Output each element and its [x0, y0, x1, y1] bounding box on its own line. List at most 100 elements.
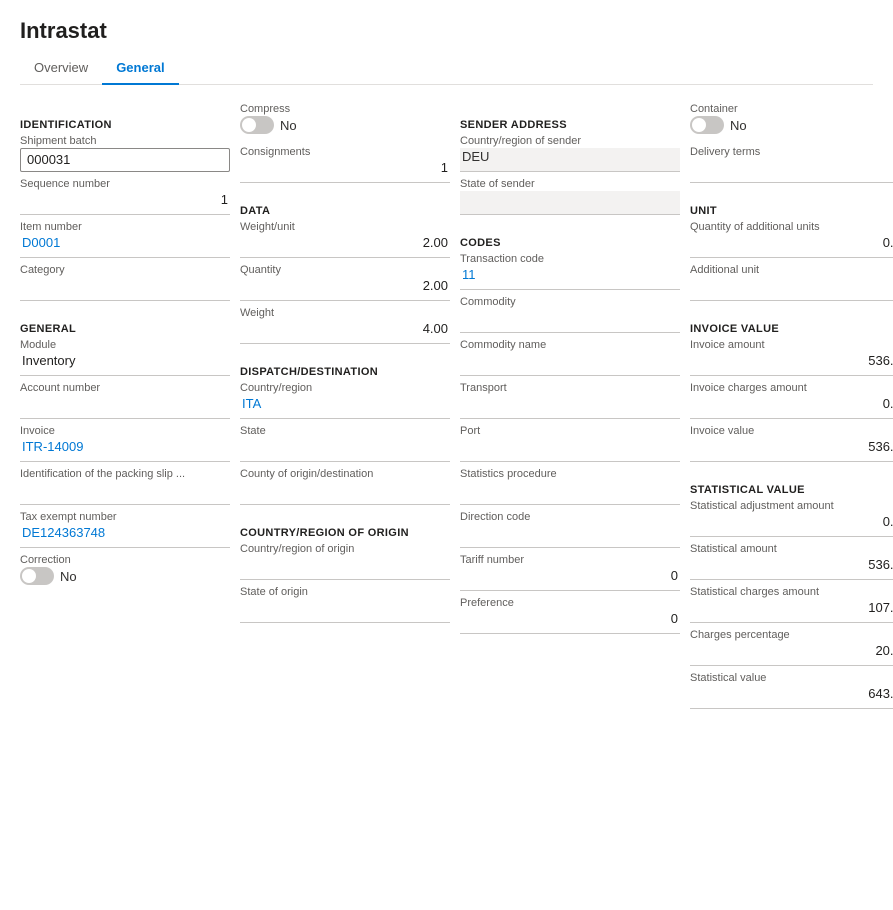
additional-unit-label: Additional unit — [690, 264, 893, 276]
state-of-origin-label: State of origin — [240, 586, 450, 598]
statistical-value-field: Statistical value 643.42 — [690, 672, 893, 709]
invoice-amount-field: Invoice amount 536.18 — [690, 339, 893, 376]
statistical-amount-label: Statistical amount — [690, 543, 893, 555]
statistical-charges-value[interactable]: 107.24 — [690, 599, 893, 623]
shipment-batch-value[interactable]: 000031 — [20, 148, 230, 172]
statistics-procedure-value[interactable] — [460, 481, 680, 505]
consignments-value[interactable]: 1 — [240, 159, 450, 183]
compress-toggle-label: No — [280, 118, 297, 133]
packing-slip-label: Identification of the packing slip ... — [20, 468, 230, 480]
statistics-procedure-field: Statistics procedure — [460, 468, 680, 505]
invoice-value-value[interactable]: 536.18 — [690, 438, 893, 462]
preference-value[interactable]: 0 — [460, 610, 680, 634]
container-toggle[interactable] — [690, 116, 724, 134]
category-value[interactable] — [20, 277, 230, 301]
state-value[interactable] — [240, 438, 450, 462]
page-container: Intrastat Overview General IDENTIFICATIO… — [0, 0, 893, 910]
item-number-value[interactable]: D0001 — [20, 234, 230, 258]
county-origin-label: County of origin/destination — [240, 468, 450, 480]
charges-percentage-value[interactable]: 20.00 — [690, 642, 893, 666]
statistical-amount-value[interactable]: 536.18 — [690, 556, 893, 580]
tax-exempt-label: Tax exempt number — [20, 511, 230, 523]
codes-section-label: CODES — [460, 237, 680, 249]
module-value[interactable]: Inventory — [20, 352, 230, 376]
statistical-value-value[interactable]: 643.42 — [690, 685, 893, 709]
category-field: Category — [20, 264, 230, 301]
country-region-origin-value[interactable] — [240, 556, 450, 580]
direction-code-field: Direction code — [460, 511, 680, 548]
compress-toggle[interactable] — [240, 116, 274, 134]
weight-unit-field: Weight/unit 2.00 — [240, 221, 450, 258]
country-sender-value: DEU — [460, 148, 680, 172]
qty-additional-label: Quantity of additional units — [690, 221, 893, 233]
correction-toggle-knob — [22, 569, 36, 583]
invoice-field: Invoice ITR-14009 — [20, 425, 230, 462]
qty-additional-value[interactable]: 0.00 — [690, 234, 893, 258]
port-value[interactable] — [460, 438, 680, 462]
sequence-number-field: Sequence number 1 — [20, 178, 230, 215]
invoice-value[interactable]: ITR-14009 — [20, 438, 230, 462]
correction-toggle[interactable] — [20, 567, 54, 585]
delivery-terms-label: Delivery terms — [690, 146, 893, 158]
unit-section-label: UNIT — [690, 205, 893, 217]
general-section-label: GENERAL — [20, 323, 230, 335]
state-sender-value — [460, 191, 680, 215]
transaction-code-label: Transaction code — [460, 253, 680, 265]
weight-value[interactable]: 4.00 — [240, 320, 450, 344]
tab-general[interactable]: General — [102, 54, 178, 85]
sequence-number-label: Sequence number — [20, 178, 230, 190]
state-of-origin-value[interactable] — [240, 599, 450, 623]
county-origin-field: County of origin/destination — [240, 468, 450, 505]
sequence-number-value[interactable]: 1 — [20, 191, 230, 215]
container-toggle-knob — [692, 118, 706, 132]
charges-percentage-field: Charges percentage 20.00 — [690, 629, 893, 666]
col-codes: SENDER ADDRESS Country/region of sender … — [460, 103, 680, 640]
tariff-number-value[interactable]: 0 — [460, 567, 680, 591]
col-data: Compress No Consignments 1 DATA Weight/u… — [240, 103, 450, 629]
tax-exempt-value[interactable]: DE124363748 — [20, 524, 230, 548]
weight-label: Weight — [240, 307, 450, 319]
item-number-label: Item number — [20, 221, 230, 233]
invoice-value-field: Invoice value 536.18 — [690, 425, 893, 462]
invoice-charges-label: Invoice charges amount — [690, 382, 893, 394]
quantity-label: Quantity — [240, 264, 450, 276]
charges-percentage-label: Charges percentage — [690, 629, 893, 641]
statistical-value-label: Statistical value — [690, 672, 893, 684]
account-number-label: Account number — [20, 382, 230, 394]
country-sender-label: Country/region of sender — [460, 135, 680, 147]
country-region-origin-field: Country/region of origin — [240, 543, 450, 580]
state-field: State — [240, 425, 450, 462]
main-content: IDENTIFICATION Shipment batch 000031 Seq… — [20, 103, 873, 715]
quantity-value[interactable]: 2.00 — [240, 277, 450, 301]
account-number-value[interactable] — [20, 395, 230, 419]
country-region-value[interactable]: ITA — [240, 395, 450, 419]
statistical-adjustment-value[interactable]: 0.00 — [690, 513, 893, 537]
packing-slip-value[interactable] — [20, 481, 230, 505]
transaction-code-field: Transaction code 11 — [460, 253, 680, 290]
tab-overview[interactable]: Overview — [20, 54, 102, 85]
transaction-code-value[interactable]: 11 — [460, 266, 680, 290]
invoice-charges-value[interactable]: 0.00 — [690, 395, 893, 419]
invoice-amount-value[interactable]: 536.18 — [690, 352, 893, 376]
county-origin-value[interactable] — [240, 481, 450, 505]
port-label: Port — [460, 425, 680, 437]
compress-field: Compress No — [240, 103, 450, 140]
statistical-value-section-label: STATISTICAL VALUE — [690, 484, 893, 496]
correction-field: Correction No — [20, 554, 230, 591]
weight-unit-value[interactable]: 2.00 — [240, 234, 450, 258]
country-sender-field: Country/region of sender DEU — [460, 135, 680, 172]
col-unit-invoice: Container No Delivery terms UNIT Quantit… — [690, 103, 893, 715]
country-region-label: Country/region — [240, 382, 450, 394]
commodity-value[interactable] — [460, 309, 680, 333]
direction-code-value[interactable] — [460, 524, 680, 548]
transport-value[interactable] — [460, 395, 680, 419]
commodity-name-value[interactable] — [460, 352, 680, 376]
delivery-terms-value[interactable] — [690, 159, 893, 183]
additional-unit-value[interactable] — [690, 277, 893, 301]
state-sender-label: State of sender — [460, 178, 680, 190]
weight-unit-label: Weight/unit — [240, 221, 450, 233]
commodity-label: Commodity — [460, 296, 680, 308]
statistical-charges-label: Statistical charges amount — [690, 586, 893, 598]
statistical-charges-field: Statistical charges amount 107.24 — [690, 586, 893, 623]
direction-code-label: Direction code — [460, 511, 680, 523]
